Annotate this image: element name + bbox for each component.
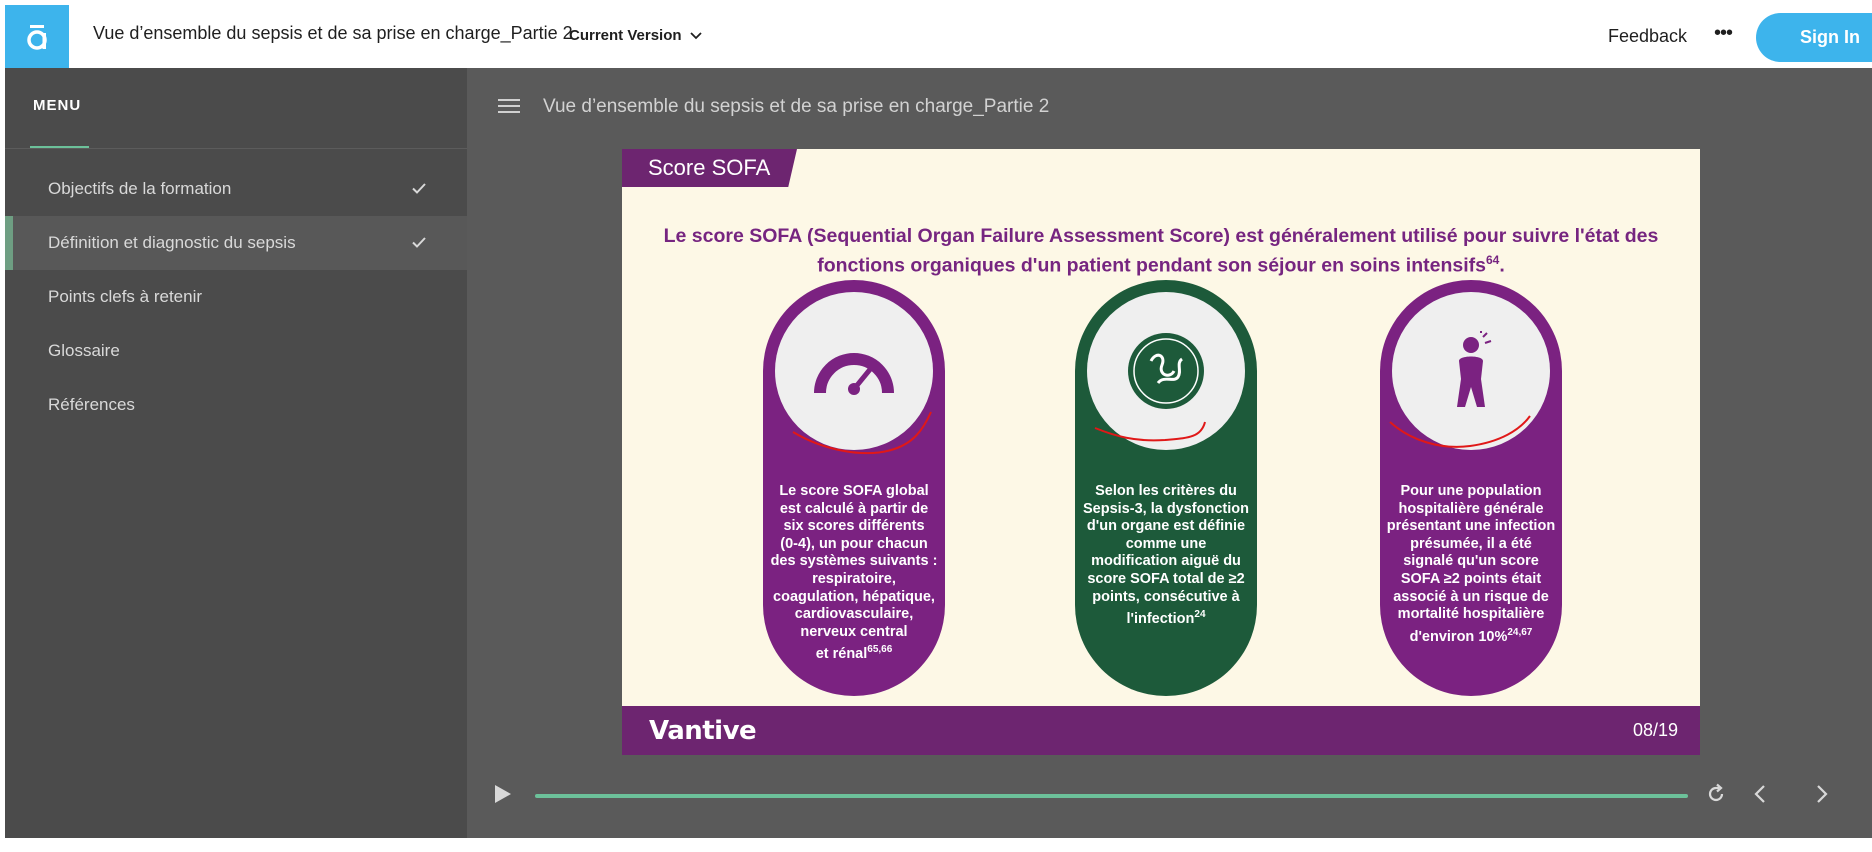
sidebar-item-points-clefs[interactable]: Points clefs à retenir: [5, 270, 467, 324]
top-bar: Vue d’ensemble du sepsis et de sa prise …: [0, 0, 1872, 68]
card-reference: 24: [1194, 609, 1206, 621]
card-text-line: (0-4), un pour chacun des systèmes suiva…: [770, 535, 938, 640]
slide: Score SOFA Le score SOFA (Sequential Org…: [622, 149, 1700, 755]
card-reference: 65,66: [867, 644, 893, 656]
sidebar-item-glossaire[interactable]: Glossaire: [5, 324, 467, 378]
card-text: Pour une population hospitalière général…: [1386, 483, 1556, 646]
red-annotation-stroke: [1094, 421, 1206, 442]
menu-heading: MENU: [33, 97, 82, 114]
lesson-title: Vue d’ensemble du sepsis et de sa prise …: [543, 96, 1050, 117]
version-dropdown[interactable]: Current Version: [569, 27, 702, 44]
progress-bar[interactable]: [535, 794, 1688, 798]
card-text: Le score SOFA global est calculé à parti…: [769, 483, 939, 664]
card-text-line: Selon les critères du Sepsis-3, la dysfo…: [1083, 483, 1249, 605]
brand-logo: Vantive: [649, 716, 757, 746]
lesson-viewer: Vue d’ensemble du sepsis et de sa prise …: [467, 68, 1872, 838]
info-card-mortality: Pour une population hospitalière général…: [1380, 280, 1562, 696]
headline-text: Le score SOFA (Sequential Organ Failure …: [663, 225, 1659, 277]
course-title: Vue d’ensemble du sepsis et de sa prise …: [93, 23, 573, 43]
menu-list: Objectifs de la formation Définition et …: [5, 162, 467, 432]
info-card-sofa-score: Le score SOFA global est calculé à parti…: [763, 280, 945, 696]
sidebar-item-label: Objectifs de la formation: [48, 179, 232, 198]
play-icon[interactable]: [491, 783, 513, 805]
sidebar-item-label: Points clefs à retenir: [48, 287, 203, 306]
sidebar-item-objectifs[interactable]: Objectifs de la formation: [5, 162, 467, 216]
speedometer-icon: [814, 353, 894, 395]
sidebar-item-definition[interactable]: Définition et diagnostic du sepsis: [5, 216, 467, 270]
feedback-button[interactable]: Feedback: [1608, 26, 1687, 47]
sign-in-button[interactable]: Sign In: [1756, 13, 1872, 62]
red-annotation-stroke: [792, 411, 932, 455]
hamburger-menu-icon[interactable]: [498, 99, 520, 115]
card-text-line: Pour une population hospitalière général…: [1386, 483, 1556, 535]
card-text-line: et rénal: [815, 646, 868, 663]
divider: [5, 148, 467, 149]
previous-icon[interactable]: [1749, 782, 1773, 806]
replay-icon[interactable]: [1704, 782, 1728, 806]
slide-tag: Score SOFA: [622, 149, 797, 187]
card-reference: 24,67: [1507, 626, 1533, 638]
card-text-line: consécutive à l'infection: [1126, 588, 1240, 627]
sidebar-item-references[interactable]: Références: [5, 378, 467, 432]
sidebar-item-label: Références: [48, 395, 135, 414]
more-options-icon[interactable]: •••: [1714, 22, 1733, 45]
headline-end: .: [1499, 254, 1505, 277]
organ-icon: [1128, 333, 1204, 409]
headline-reference: 64: [1486, 253, 1500, 267]
app-logo-icon[interactable]: [5, 5, 69, 68]
sidebar-item-label: Définition et diagnostic du sepsis: [48, 233, 296, 252]
sidebar: MENU Objectifs de la formation Définitio…: [5, 68, 467, 838]
checkmark-icon: [412, 237, 426, 248]
card-text-line: Le score SOFA global est calculé à parti…: [779, 483, 929, 535]
version-label: Current Version: [569, 27, 682, 44]
card-text: Selon les critères du Sepsis-3, la dysfo…: [1081, 483, 1251, 629]
info-card-sepsis-3: Selon les critères du Sepsis-3, la dysfo…: [1075, 280, 1257, 696]
next-icon[interactable]: [1809, 782, 1833, 806]
bottom-strip: [0, 838, 1872, 852]
red-annotation-stroke: [1389, 415, 1531, 448]
checkmark-icon: [412, 183, 426, 194]
chevron-down-icon: [689, 31, 702, 39]
slide-headline: Le score SOFA (Sequential Organ Failure …: [652, 224, 1670, 278]
sidebar-item-label: Glossaire: [48, 341, 120, 360]
slide-number: 08/19: [1632, 720, 1678, 740]
sick-person-icon: [1457, 331, 1492, 407]
slide-footer: Vantive 08/19: [622, 706, 1700, 755]
